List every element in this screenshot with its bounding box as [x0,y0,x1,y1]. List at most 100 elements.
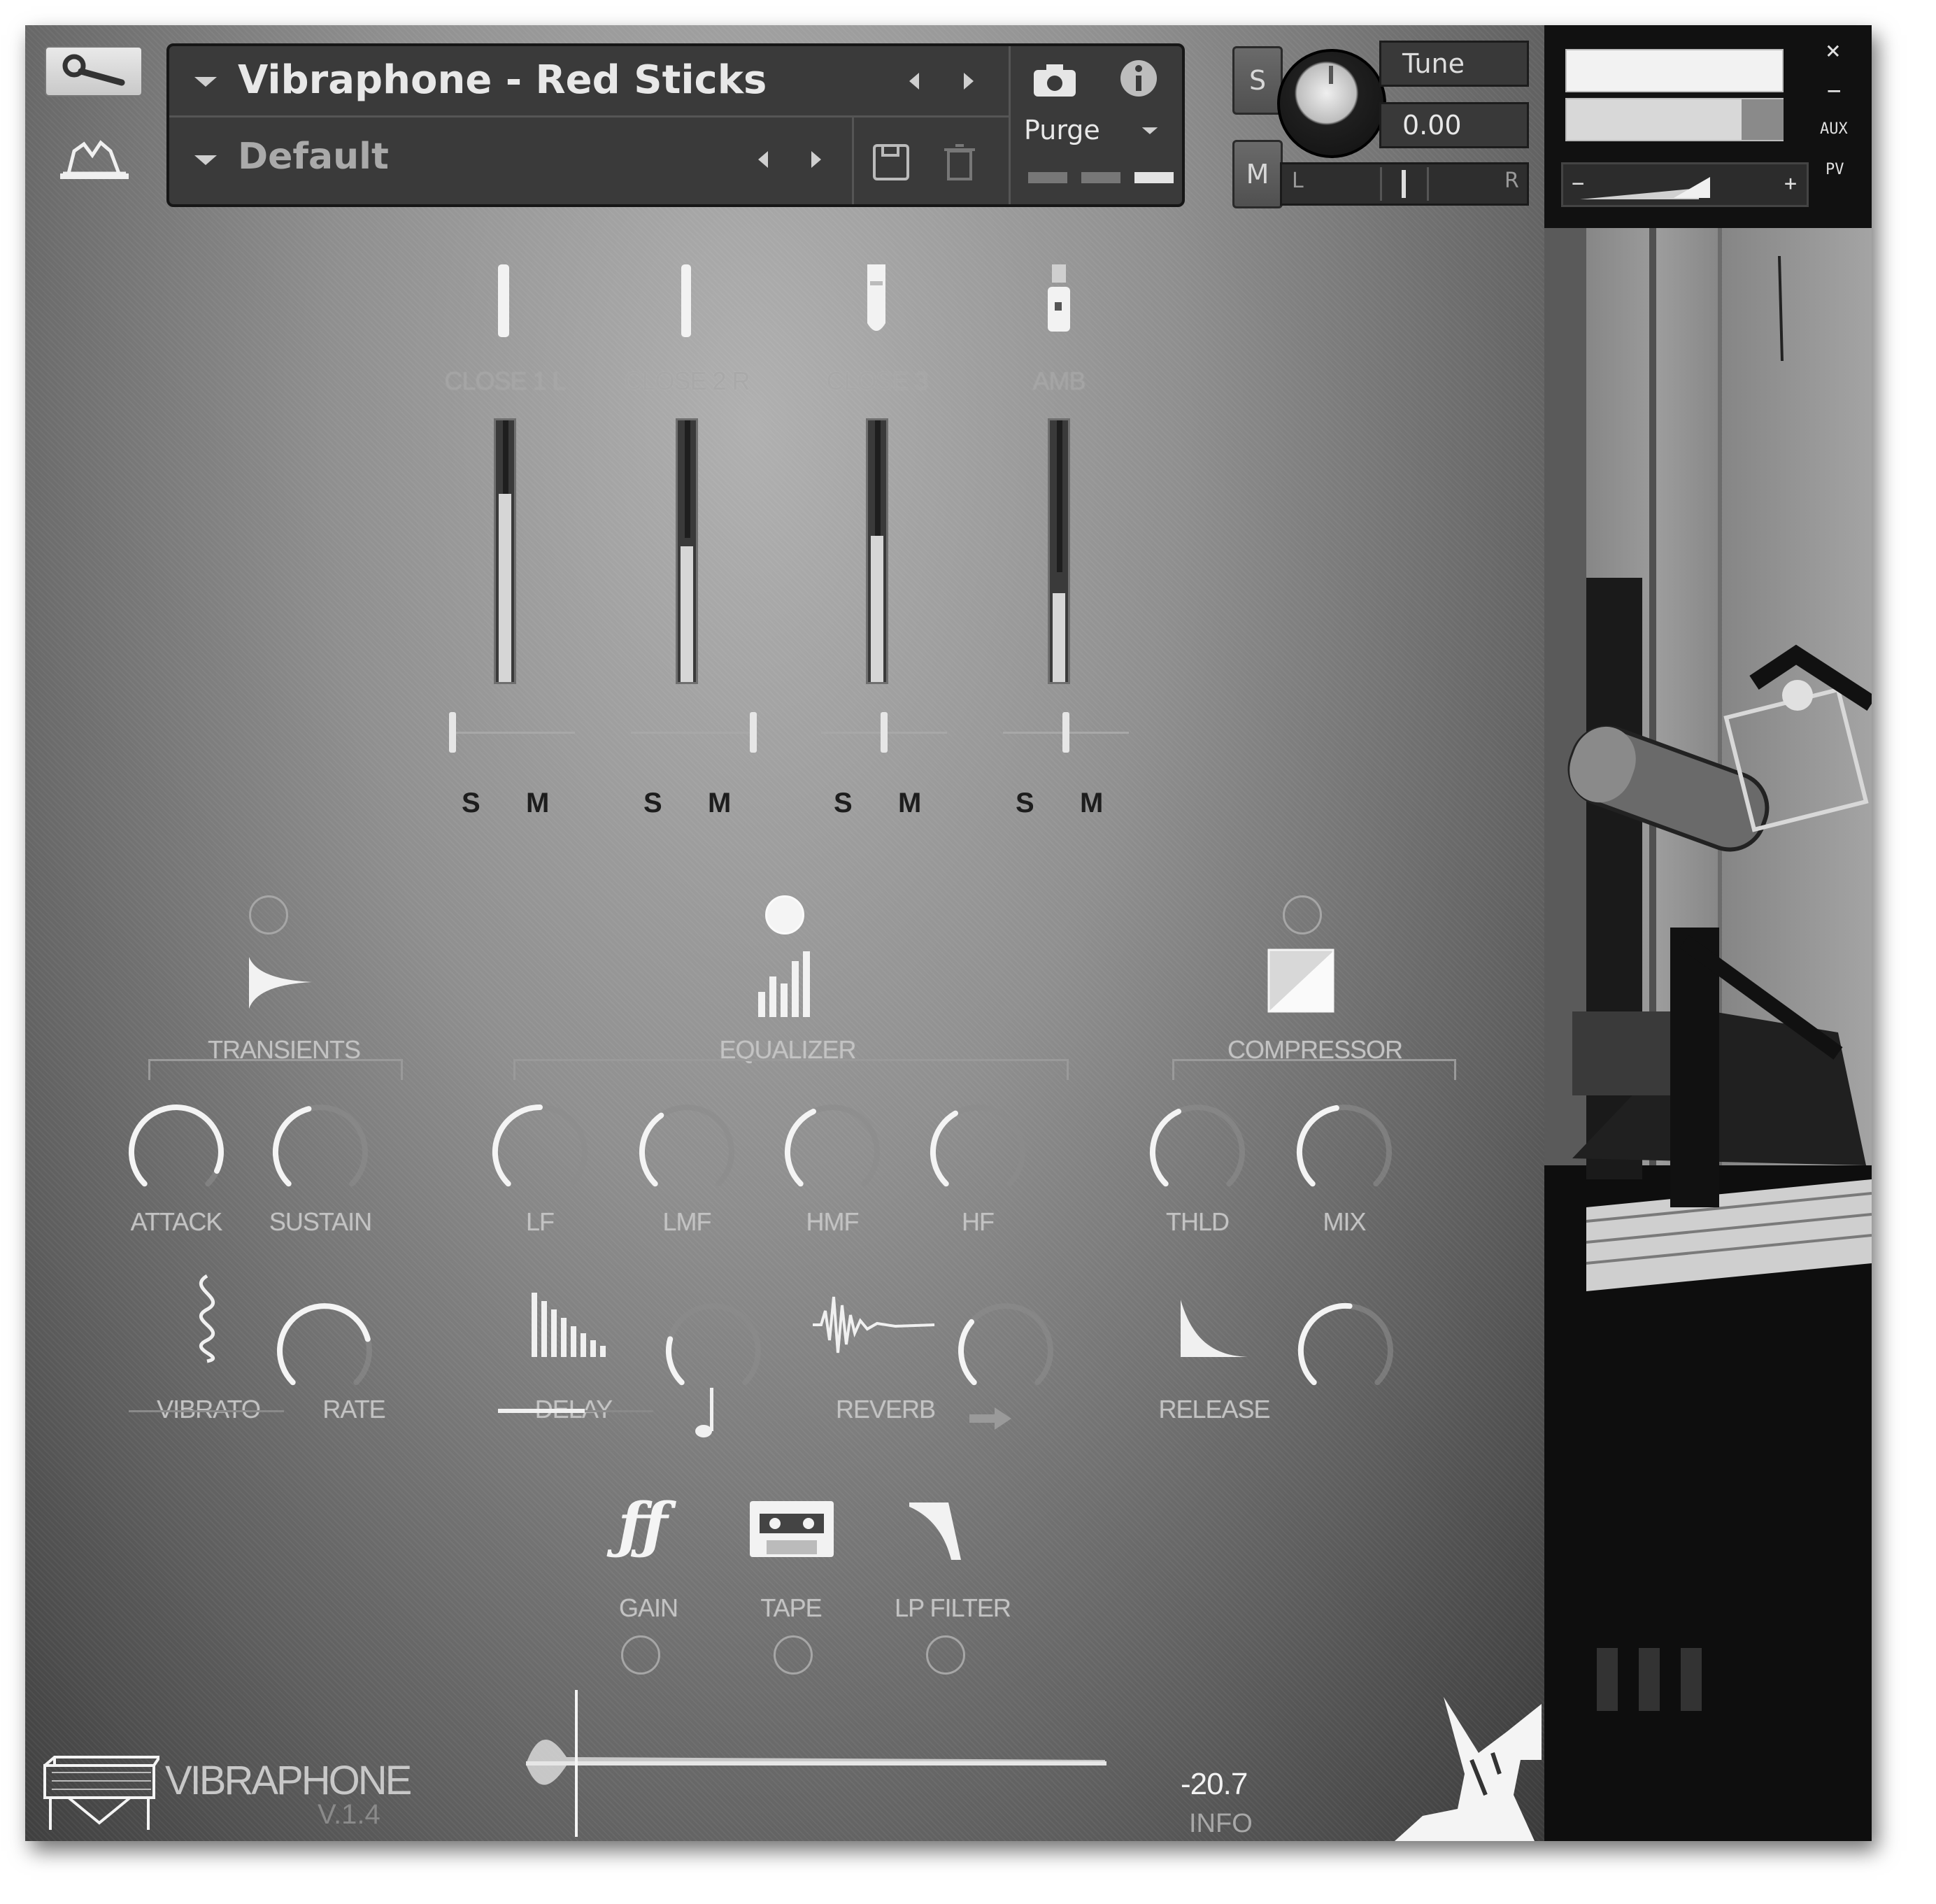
output-section: − + × − AUX PV [1544,25,1872,228]
fader-level-fill [1053,593,1065,682]
release-knob[interactable] [1293,1298,1398,1403]
compressor-bracket [1172,1059,1456,1080]
camera-icon[interactable] [1031,60,1079,99]
vibrato-icon[interactable] [186,1273,228,1364]
waveform-display[interactable] [518,1687,1112,1841]
info-icon[interactable] [1119,59,1158,98]
divider [1009,46,1011,204]
tune-value[interactable]: 0.00 [1379,102,1529,148]
knob-arc [277,1303,372,1386]
output-volume-slider[interactable]: − + [1561,162,1809,207]
channel-pan-track [449,732,575,734]
lp-filter-icon[interactable] [908,1500,964,1563]
preset-name[interactable]: Vibraphone - Red Sticks [238,57,767,103]
prev-subpreset-icon[interactable] [758,151,768,168]
prev-preset-icon[interactable] [909,73,919,90]
channel-pan-handle[interactable] [449,712,456,753]
equalizer-knob[interactable] [487,1100,592,1205]
channel-mute-button[interactable]: M [526,788,549,819]
master-pan-slider[interactable]: L R [1280,162,1529,206]
knob-arc [930,1104,1025,1187]
compressor-knob[interactable] [1292,1100,1397,1205]
equalizer-power-button[interactable] [765,895,804,935]
minimize-icon[interactable]: − [1827,77,1841,105]
channel-solo-button[interactable]: S [643,788,662,819]
product-name: VIBRAPHONE [165,1758,412,1803]
brand-logo-icon [60,140,129,179]
mute-button[interactable]: M [1232,140,1283,208]
aux-button[interactable]: AUX [1820,120,1848,138]
lp-filter-toggle-button[interactable] [926,1635,965,1675]
purge-dropdown-icon[interactable] [1141,127,1158,134]
compressor-knob-label: THLD [1165,1207,1230,1236]
fader-level-dark [1057,420,1062,572]
level-readout: -20.7 [1181,1767,1248,1801]
channel-pan-handle[interactable] [1062,712,1069,753]
transients-icon [249,957,312,1009]
tape-toggle-button[interactable] [774,1635,813,1675]
purge-label[interactable]: Purge [1024,115,1100,145]
knob-arc [958,1303,1053,1386]
purge-indicator [1134,172,1174,183]
reverb-amount-knob[interactable] [953,1298,1058,1403]
reverb-icon[interactable] [811,1290,937,1360]
close-icon[interactable]: × [1825,36,1841,65]
next-preset-icon[interactable] [964,73,974,90]
pan-center-handle[interactable] [1402,170,1406,198]
equalizer-knob[interactable] [780,1100,885,1205]
main-panel: Vibraphone - Red Sticks Default Purge S … [25,25,1544,1841]
delay-icon[interactable] [530,1290,607,1360]
channel-solo-button[interactable]: S [462,788,481,819]
sub-preset-name[interactable]: Default [238,136,389,178]
channel-fader[interactable] [676,418,698,684]
compressor-icon [1267,949,1334,1013]
reverb-arrow-icon[interactable] [967,1406,1013,1431]
save-icon[interactable] [871,143,911,182]
compressor-knob[interactable] [1145,1100,1250,1205]
solo-button[interactable]: S [1232,46,1283,115]
note-icon[interactable] [694,1385,722,1441]
knob-arc [1149,1104,1245,1187]
tape-icon[interactable] [748,1500,835,1558]
channel-mute-button[interactable]: M [708,788,731,819]
release-icon[interactable] [1178,1297,1255,1360]
tune-knob-pointer [1329,66,1333,84]
transients-knob[interactable] [268,1100,373,1205]
gain-ff-icon[interactable]: ƒƒ [599,1494,687,1557]
next-subpreset-icon[interactable] [811,151,821,168]
channel-mute-button[interactable]: M [898,788,921,819]
knob-arc [784,1104,880,1187]
channel-fader[interactable] [1048,418,1070,684]
channel-fader[interactable] [494,418,516,684]
wrench-icon [62,54,125,86]
equalizer-knob[interactable] [634,1100,739,1205]
delete-icon[interactable] [943,143,976,182]
pv-button[interactable]: PV [1825,161,1844,178]
knob-arc [272,1104,368,1187]
rate-label: RATE [322,1395,385,1423]
transients-knob[interactable] [124,1100,229,1205]
microphone-icon [867,264,885,331]
tune-knob[interactable] [1277,49,1386,158]
animal-brand-logo-icon [1395,1697,1542,1841]
sub-preset-dropdown-icon[interactable] [194,155,217,165]
equalizer-icon [758,951,810,1017]
equalizer-knob[interactable] [925,1100,1030,1205]
transients-power-button[interactable] [249,895,288,935]
info-button[interactable]: INFO [1189,1809,1253,1839]
compressor-power-button[interactable] [1283,895,1322,935]
volume-plus[interactable]: + [1784,171,1797,196]
volume-minus[interactable]: − [1572,171,1584,196]
channel-solo-button[interactable]: S [1016,788,1034,819]
gain-toggle-button[interactable] [621,1635,660,1675]
settings-wrench-button[interactable] [45,46,143,97]
playhead [575,1690,578,1837]
channel-pan-handle[interactable] [750,712,757,753]
channel-pan-handle[interactable] [881,712,888,753]
channel-fader[interactable] [866,418,888,684]
channel-mute-button[interactable]: M [1080,788,1103,819]
channel-solo-button[interactable]: S [834,788,853,819]
preset-dropdown-icon[interactable] [194,77,217,87]
reverb-label: REVERB [835,1395,936,1423]
rate-knob[interactable] [272,1298,377,1403]
